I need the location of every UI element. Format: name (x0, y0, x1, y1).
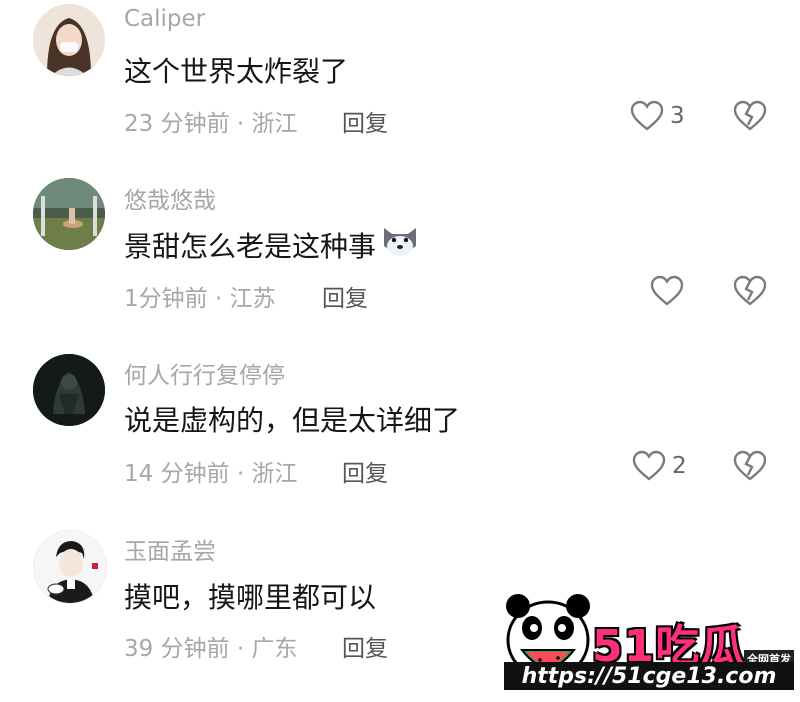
watermark-url: https://51cge13.com (504, 662, 794, 690)
heart-icon (632, 450, 666, 481)
broken-heart-icon (733, 275, 767, 306)
like-count: 2 (672, 453, 687, 479)
comment-text: 摸吧，摸哪里都可以 (124, 581, 377, 614)
heart-icon (650, 275, 684, 306)
username[interactable]: 悠哉悠哉 (124, 181, 216, 215)
comment-meta: 1分钟前 · 江苏 (124, 286, 276, 312)
dislike-button[interactable] (733, 100, 767, 136)
username[interactable]: Caliper (124, 6, 205, 32)
user-avatar[interactable] (33, 354, 105, 426)
username[interactable]: 何人行行复停停 (124, 356, 285, 390)
user-avatar[interactable] (33, 4, 105, 76)
reply-button[interactable]: 回复 (342, 104, 388, 138)
broken-heart-icon (733, 450, 767, 481)
reply-button[interactable]: 回复 (322, 279, 368, 313)
watermark-overlay: 51吃瓜 全网首发 https://51cge13.com (500, 588, 800, 702)
comment-text: 这个世界太炸裂了 (124, 55, 349, 88)
dislike-button[interactable] (733, 275, 767, 311)
comment-meta: 39 分钟前 · 广东 (124, 636, 298, 662)
comment-text: 景甜怎么老是这种事 (124, 224, 420, 265)
comment-meta: 23 分钟前 · 浙江 (124, 111, 298, 137)
like-button[interactable]: 2 (632, 450, 687, 482)
broken-heart-icon (733, 100, 767, 131)
comment-text: 说是虚构的，但是太详细了 (124, 404, 461, 437)
like-button[interactable]: 3 (630, 100, 685, 132)
username[interactable]: 玉面孟尝 (124, 532, 216, 566)
comment-meta: 14 分钟前 · 浙江 (124, 461, 298, 487)
reply-button[interactable]: 回复 (342, 629, 388, 663)
comment-text-content: 景甜怎么老是这种事 (124, 229, 377, 263)
husky-emoji-icon (380, 224, 420, 265)
user-avatar[interactable] (33, 178, 105, 250)
heart-icon (630, 100, 664, 131)
dislike-button[interactable] (733, 450, 767, 486)
like-button[interactable] (650, 275, 690, 307)
like-count: 3 (670, 103, 685, 129)
user-avatar[interactable] (33, 530, 107, 604)
reply-button[interactable]: 回复 (342, 454, 388, 488)
